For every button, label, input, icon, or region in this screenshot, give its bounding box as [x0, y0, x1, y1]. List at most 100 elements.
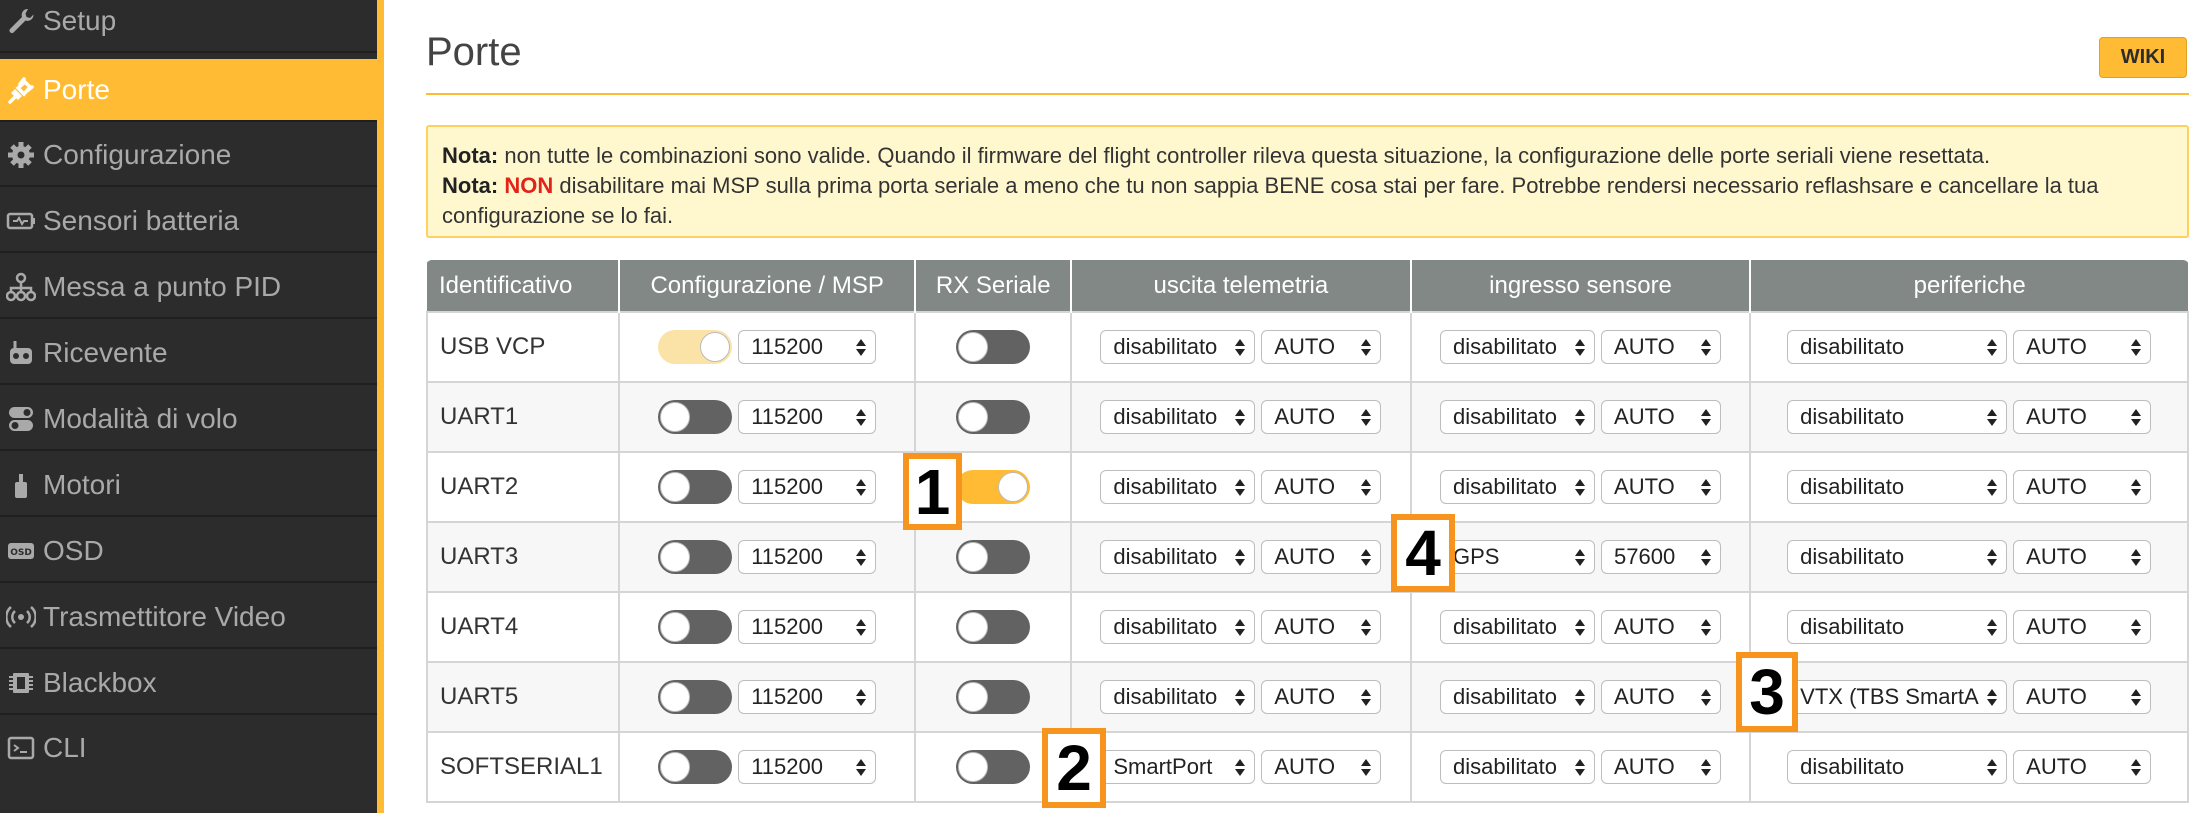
msp-toggle[interactable]: [658, 750, 733, 784]
telemetry-baud-select[interactable]: AUTO: [1261, 330, 1382, 364]
sidebar-item-porte[interactable]: Porte: [0, 59, 377, 122]
peripherals-baud-select[interactable]: AUTO: [2013, 540, 2152, 574]
table-row: UART4 115200 disabilitato AUTO disabilitato A…: [426, 591, 2189, 663]
peripherals-select[interactable]: disabilitato: [1787, 750, 2008, 784]
sidebar-item-cli[interactable]: CLI: [0, 717, 377, 779]
sensor-baud-select[interactable]: AUTO: [1601, 470, 1722, 504]
sensor-select[interactable]: disabilitato: [1440, 400, 1596, 434]
sensor-select[interactable]: disabilitato: [1440, 750, 1596, 784]
peripherals-baud-select[interactable]: AUTO: [2013, 750, 2152, 784]
select-arrows-icon: [2130, 338, 2142, 356]
rx-serial-toggle[interactable]: [956, 750, 1031, 784]
msp-toggle[interactable]: [658, 330, 733, 364]
msp-baud-select[interactable]: 115200: [738, 610, 877, 644]
sidebar-item-pid[interactable]: Messa a punto PID: [0, 257, 377, 319]
peripherals-select[interactable]: disabilitato: [1787, 540, 2008, 574]
telemetry-select[interactable]: disabilitato: [1100, 680, 1256, 714]
rx-serial-toggle[interactable]: [956, 470, 1031, 504]
sensor-select[interactable]: disabilitato: [1440, 680, 1596, 714]
telemetry-baud-select[interactable]: AUTO: [1261, 750, 1382, 784]
msp-cell: 115200: [617, 311, 917, 383]
peripherals-cell: disabilitato AUTO: [1749, 311, 2189, 383]
sensor-baud-select[interactable]: AUTO: [1601, 610, 1722, 644]
telemetry-baud-select[interactable]: AUTO: [1261, 470, 1382, 504]
telemetry-select[interactable]: disabilitato: [1100, 470, 1256, 504]
rx-serial-toggle[interactable]: [956, 680, 1031, 714]
sensor-baud-select[interactable]: AUTO: [1601, 400, 1722, 434]
sensor-select[interactable]: disabilitato: [1440, 330, 1596, 364]
note-line-2: Nota: NON disabilitare mai MSP sulla pri…: [442, 171, 2173, 231]
telemetry-select[interactable]: SmartPort: [1100, 750, 1256, 784]
sidebar-item-sensori-batteria[interactable]: Sensori batteria: [0, 191, 377, 253]
telemetry-baud-select[interactable]: AUTO: [1261, 400, 1382, 434]
blackbox-icon: [0, 668, 42, 698]
note-box: Nota: non tutte le combinazioni sono val…: [426, 125, 2189, 238]
msp-baud-select[interactable]: 115200: [738, 540, 877, 574]
select-arrows-icon: [2130, 408, 2142, 426]
sidebar-item-osd[interactable]: OSD OSD: [0, 521, 377, 583]
ports-table: Identificativo Configurazione / MSP RX S…: [426, 260, 2189, 803]
peripherals-baud-select[interactable]: AUTO: [2013, 470, 2152, 504]
peripherals-select[interactable]: VTX (TBS SmartA: [1787, 680, 2008, 714]
sidebar-item-blackbox[interactable]: Blackbox: [0, 653, 377, 715]
sidebar-item-trasmettitore-video[interactable]: Trasmettitore Video: [0, 587, 377, 649]
peripherals-baud-select[interactable]: AUTO: [2013, 400, 2152, 434]
select-value: disabilitato: [1453, 614, 1557, 639]
sidebar-item-configurazione[interactable]: Configurazione: [0, 125, 377, 187]
msp-toggle[interactable]: [658, 400, 733, 434]
sensor-select[interactable]: disabilitato: [1440, 610, 1596, 644]
sensor-baud-select[interactable]: AUTO: [1601, 750, 1722, 784]
sensor-select[interactable]: disabilitato: [1440, 470, 1596, 504]
msp-toggle[interactable]: [658, 680, 733, 714]
sidebar-item-setup[interactable]: Setup: [0, 0, 377, 53]
telemetry-select[interactable]: disabilitato: [1100, 610, 1256, 644]
rx-serial-toggle[interactable]: [956, 540, 1031, 574]
peripherals-select[interactable]: disabilitato: [1787, 330, 2008, 364]
msp-toggle[interactable]: [658, 610, 733, 644]
msp-cell: 115200: [617, 591, 917, 663]
msp-toggle[interactable]: [658, 470, 733, 504]
sidebar-item-motori[interactable]: Motori: [0, 455, 377, 517]
msp-baud-select[interactable]: 115200: [738, 680, 877, 714]
peripherals-select[interactable]: disabilitato: [1787, 610, 2008, 644]
marker-2: 2: [1042, 728, 1106, 808]
sensor-baud-select[interactable]: AUTO: [1601, 330, 1722, 364]
peripherals-cell: disabilitato AUTO: [1749, 521, 2189, 593]
select-value: 115200: [751, 474, 823, 499]
sidebar-item-modalita-volo[interactable]: Modalità di volo: [0, 389, 377, 451]
telemetry-baud-select[interactable]: AUTO: [1261, 610, 1382, 644]
telemetry-select[interactable]: disabilitato: [1100, 400, 1256, 434]
sidebar-accent-bar: [377, 0, 384, 813]
peripherals-select[interactable]: disabilitato: [1787, 470, 2008, 504]
peripherals-select[interactable]: disabilitato: [1787, 400, 2008, 434]
select-value: disabilitato: [1800, 544, 1905, 569]
sensor-baud-select[interactable]: AUTO: [1601, 680, 1722, 714]
telemetry-baud-select[interactable]: AUTO: [1261, 680, 1382, 714]
sensor-select[interactable]: GPS: [1440, 540, 1596, 574]
rx-serial-toggle[interactable]: [956, 400, 1031, 434]
select-value: AUTO: [1274, 614, 1336, 639]
select-arrows-icon: [1574, 548, 1586, 566]
msp-baud-select[interactable]: 115200: [738, 750, 877, 784]
peripherals-baud-select[interactable]: AUTO: [2013, 330, 2152, 364]
sidebar-item-ricevente[interactable]: Ricevente: [0, 323, 377, 385]
msp-baud-select[interactable]: 115200: [738, 400, 877, 434]
peripherals-baud-select[interactable]: AUTO: [2013, 610, 2152, 644]
select-arrows-icon: [1986, 478, 1998, 496]
svg-text:OSD: OSD: [10, 548, 32, 558]
port-identifier: UART3: [426, 521, 620, 593]
msp-baud-select[interactable]: 115200: [738, 470, 877, 504]
table-row: UART1 115200 disabilitato AUTO disabilitato A…: [426, 381, 2189, 453]
rx-serial-toggle[interactable]: [956, 330, 1031, 364]
select-value: disabilitato: [1800, 404, 1905, 429]
wiki-button[interactable]: WIKI: [2099, 37, 2187, 78]
sensor-baud-select[interactable]: 57600: [1601, 540, 1722, 574]
msp-cell: 115200: [617, 451, 917, 523]
telemetry-select[interactable]: disabilitato: [1100, 540, 1256, 574]
telemetry-select[interactable]: disabilitato: [1100, 330, 1256, 364]
msp-toggle[interactable]: [658, 540, 733, 574]
peripherals-baud-select[interactable]: AUTO: [2013, 680, 2152, 714]
msp-baud-select[interactable]: 115200: [738, 330, 877, 364]
telemetry-baud-select[interactable]: AUTO: [1261, 540, 1382, 574]
rx-serial-toggle[interactable]: [956, 610, 1031, 644]
